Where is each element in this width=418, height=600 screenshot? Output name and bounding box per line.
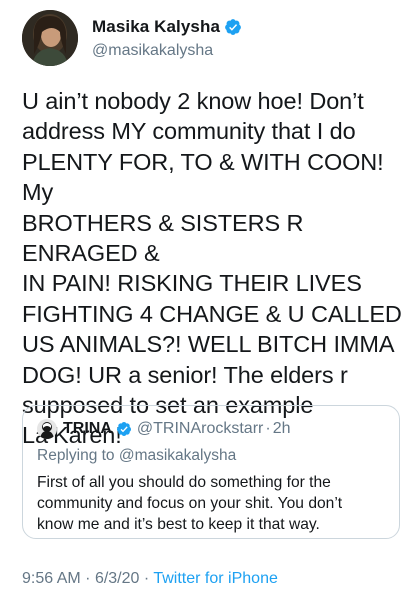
tweet-source-link[interactable]: Twitter for iPhone (153, 570, 278, 587)
quoted-replying-to[interactable]: Replying to @masikakalysha (37, 447, 236, 465)
quoted-tweet-text: First of all you should do something for… (37, 474, 343, 533)
tweet-date[interactable]: 6/3/20 (95, 570, 139, 587)
tweet-text: U ain’t nobody 2 know hoe! Don’t address… (22, 88, 402, 449)
tweet-meta: 9:56 AM · 6/3/20 · Twitter for iPhone (22, 570, 278, 588)
quoted-tweet[interactable]: TRINA @TRINArockstarr · 2h Replying to @… (22, 405, 400, 539)
quoted-author-handle[interactable]: @TRINArockstarr (137, 420, 263, 438)
author-avatar-image (22, 10, 78, 66)
quoted-tweet-header: TRINA @TRINArockstarr · 2h (37, 418, 290, 440)
verified-badge-icon (116, 421, 132, 437)
author-name-row: Masika Kalysha (92, 16, 242, 38)
meta-separator: · (143, 570, 150, 587)
quoted-author-avatar[interactable] (37, 419, 57, 439)
tweet: Masika Kalysha @masikakalysha U ain’t no… (0, 0, 418, 600)
author-handle[interactable]: @masikakalysha (92, 42, 242, 60)
author-avatar[interactable] (22, 10, 78, 66)
author-block[interactable]: Masika Kalysha @masikakalysha (92, 16, 242, 60)
author-display-name[interactable]: Masika Kalysha (92, 17, 220, 37)
verified-badge-icon (224, 18, 242, 36)
quoted-separator: · (265, 420, 271, 437)
meta-separator: · (85, 570, 91, 587)
quoted-author-display-name[interactable]: TRINA (63, 420, 112, 438)
tweet-time[interactable]: 9:56 AM (22, 570, 81, 587)
quoted-timestamp[interactable]: 2h (273, 420, 291, 438)
